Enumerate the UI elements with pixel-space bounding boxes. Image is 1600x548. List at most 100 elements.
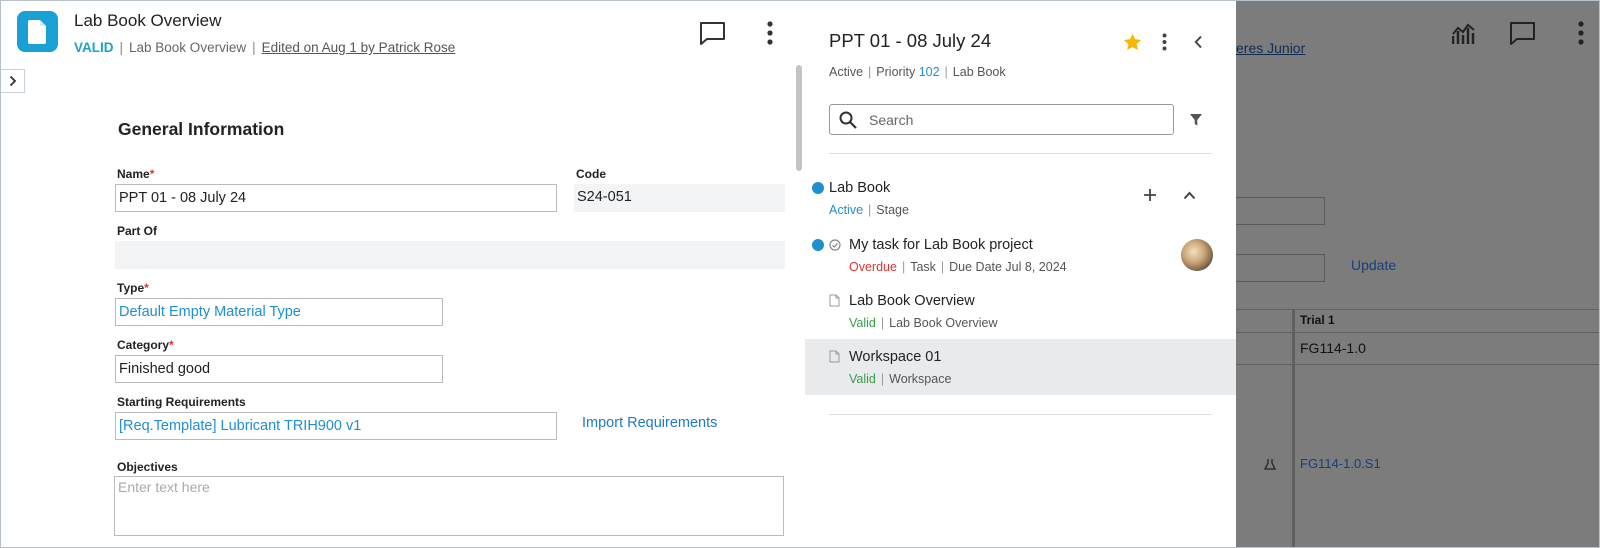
- section-title: General Information: [118, 119, 285, 139]
- objectives-label: Objectives: [117, 460, 178, 474]
- panel-meta: Active | Priority 102 | Lab Book: [829, 65, 1006, 79]
- tree-item-status: Valid: [849, 316, 876, 330]
- background-input: [1236, 197, 1325, 225]
- category-field[interactable]: Finished good: [115, 355, 443, 383]
- table-cell: FG114-1.0: [1300, 340, 1366, 356]
- update-link: Update: [1351, 257, 1397, 273]
- panel-title: PPT 01 - 08 July 24: [829, 30, 992, 51]
- filter-icon[interactable]: [1187, 111, 1205, 129]
- chevron-up-icon[interactable]: [1180, 186, 1198, 204]
- required-mark: *: [149, 167, 155, 181]
- status-dot: [812, 239, 824, 251]
- panel-status: Active: [829, 65, 864, 79]
- separator: |: [252, 40, 256, 55]
- tree-item-workspace[interactable]: Workspace 01 Valid | Workspace: [805, 339, 1236, 395]
- analytics-icon: [1450, 21, 1480, 47]
- tree-item-type: Workspace: [889, 372, 952, 386]
- name-field[interactable]: PPT 01 - 08 July 24: [115, 184, 557, 212]
- required-mark: *: [144, 281, 149, 295]
- separator: |: [119, 40, 124, 55]
- search-placeholder: Search: [869, 112, 914, 128]
- starting-requirements-field[interactable]: [Req.Template] Lubricant TRIH900 v1: [115, 412, 557, 440]
- divider: [829, 153, 1212, 154]
- name-label-text: Name: [117, 167, 150, 181]
- priority-label: Priority: [876, 65, 916, 79]
- more-vertical-icon[interactable]: [1156, 31, 1172, 53]
- table-line: [1236, 332, 1599, 333]
- flask-icon: [1262, 456, 1278, 472]
- tree-item-title: Lab Book: [829, 180, 891, 196]
- separator: |: [880, 372, 885, 386]
- table-line: [1236, 309, 1599, 310]
- search-input[interactable]: Search: [829, 104, 1174, 135]
- partof-label: Part Of: [117, 224, 158, 238]
- document-status: VALID: [74, 40, 114, 55]
- objectives-textarea[interactable]: Enter text here: [114, 476, 784, 536]
- tree-item-title: My task for Lab Book project: [849, 237, 1033, 253]
- more-vertical-icon: [1569, 18, 1593, 48]
- scrollbar-thumb[interactable]: [796, 65, 802, 171]
- partof-field[interactable]: [115, 241, 785, 269]
- priority-value: 102: [918, 65, 940, 79]
- type-label: Type*: [117, 281, 149, 295]
- add-icon[interactable]: [1141, 186, 1159, 204]
- separator: |: [940, 260, 945, 274]
- tree-item-status: Valid: [849, 372, 876, 386]
- tree-item-type: Stage: [876, 203, 909, 217]
- tree-item-subtitle: Active | Stage: [829, 203, 909, 217]
- author-link-fragment: eres Junior: [1236, 40, 1306, 56]
- document-icon: [829, 350, 840, 363]
- code-field: S24-051: [574, 184, 785, 212]
- table-column-divider: [1292, 309, 1295, 547]
- tree-item-title: Lab Book Overview: [849, 293, 975, 309]
- star-icon[interactable]: [1121, 31, 1143, 53]
- drawer-panel: PPT 01 - 08 July 24 Active | Priority 102 |…: [805, 1, 1236, 547]
- search-icon: [839, 111, 857, 129]
- tree-item-status: Overdue: [849, 260, 897, 274]
- tree-item-subtitle: Valid | Workspace: [849, 372, 951, 386]
- divider: [829, 414, 1212, 415]
- type-field[interactable]: Default Empty Material Type: [115, 298, 443, 326]
- separator: |: [880, 316, 885, 330]
- comment-icon[interactable]: [697, 18, 727, 48]
- expand-sidebar-button[interactable]: [1, 69, 25, 93]
- tree-item-task[interactable]: My task for Lab Book project Overdue | Tas…: [805, 227, 1236, 283]
- type-label-text: Type: [117, 281, 145, 295]
- document-breadcrumb: Lab Book Overview: [129, 40, 247, 55]
- comment-icon: [1507, 18, 1537, 48]
- tree-item-type: Lab Book Overview: [889, 316, 998, 330]
- document-meta: VALID | Lab Book Overview | Edited on Aug 1 …: [74, 40, 455, 55]
- separator: |: [944, 65, 948, 79]
- category-label-text: Category: [117, 338, 170, 352]
- starting-requirements-label: Starting Requirements: [117, 395, 246, 409]
- background-input: [1236, 254, 1325, 282]
- import-requirements-link[interactable]: Import Requirements: [582, 415, 717, 431]
- tree-item-lab-book-overview[interactable]: Lab Book Overview Valid | Lab Book Overvie…: [805, 283, 1236, 339]
- document-icon: [829, 294, 840, 307]
- separator: |: [868, 65, 872, 79]
- code-label: Code: [576, 167, 606, 181]
- tree-item-due-date: Due Date Jul 8, 2024: [949, 260, 1067, 274]
- name-label: Name*: [117, 167, 154, 181]
- tree-item-subtitle: Overdue | Task | Due Date Jul 8, 2024: [849, 260, 1067, 274]
- document-title: Lab Book Overview: [74, 11, 222, 30]
- status-dot: [812, 182, 824, 194]
- tree-item-type: Task: [910, 260, 936, 274]
- category-label: Category*: [117, 338, 174, 352]
- tree-item-status: Active: [829, 203, 864, 217]
- table-column-header: Trial 1: [1300, 313, 1335, 327]
- task-check-icon: [829, 239, 841, 251]
- app-frame: Lab Book Overview VALID | Lab Book Overvie…: [0, 0, 1600, 548]
- table-line: [1236, 364, 1599, 365]
- collapse-panel-button[interactable]: [1188, 31, 1208, 53]
- separator: |: [868, 203, 872, 217]
- chevron-right-icon: [9, 75, 16, 87]
- edited-link[interactable]: Edited on Aug 1 by Patrick Rose: [262, 40, 456, 55]
- more-vertical-icon[interactable]: [758, 18, 782, 48]
- panel-kind: Lab Book: [952, 65, 1006, 79]
- table-cell-link: FG114-1.0.S1: [1300, 456, 1381, 471]
- tree-item-lab-book[interactable]: Lab Book Active | Stage: [805, 171, 1236, 227]
- document-panel: Lab Book Overview VALID | Lab Book Overvie…: [1, 1, 805, 547]
- chevron-left-icon: [1193, 35, 1202, 49]
- avatar[interactable]: [1181, 239, 1213, 271]
